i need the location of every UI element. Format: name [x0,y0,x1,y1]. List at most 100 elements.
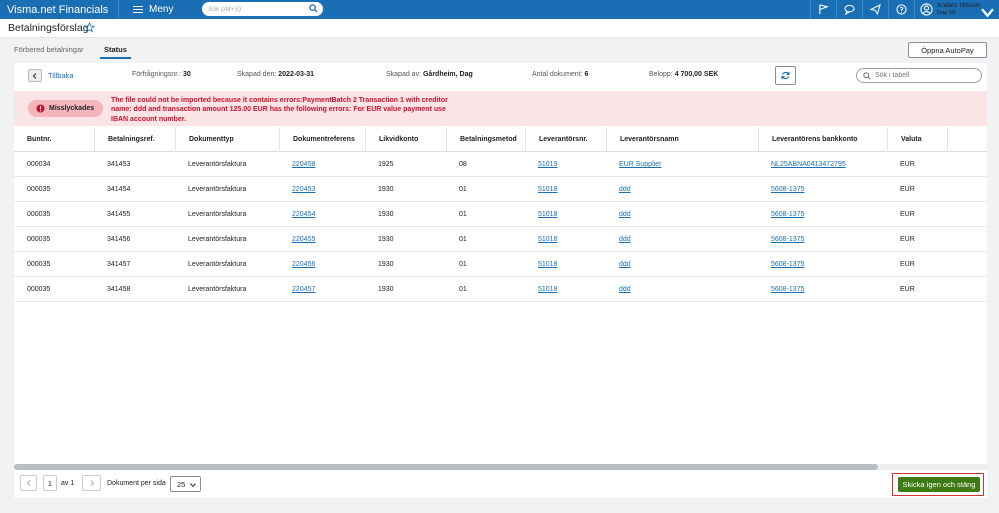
table-row[interactable]: 000034 341453 Leverantörsfaktura 220458 1925… [14,152,987,177]
cell-batch-no: 000034 [27,161,51,168]
cell-cash-account: 1930 [378,211,394,218]
cell-document-type: Leverantörsfaktura [188,286,247,293]
horizontal-scrollbar[interactable] [14,464,987,470]
refresh-button[interactable] [775,66,796,85]
cell-supplier-name[interactable]: EUR Supplier [606,152,661,177]
cell-document-ref[interactable]: 220454 [279,202,315,227]
column-header-supplier-bank-account[interactable]: Leverantörens bankkonto [758,127,887,152]
chat-button[interactable] [836,0,862,19]
page-number-input[interactable]: 1 [43,475,57,491]
global-search-input[interactable]: Sök (Alt+S) [202,2,323,16]
cell-supplier-name[interactable]: ddd [606,227,631,252]
menu-button[interactable]: Meny [118,0,188,19]
flag-button[interactable] [810,0,836,19]
document-count: Antal dokument: 6 [532,71,589,78]
tab-prepare-payments[interactable]: Förbered betalningar [14,45,84,54]
send-feedback-button[interactable] [862,0,888,19]
cell-supplier-no[interactable]: 51018 [525,227,557,252]
tab-bar: Förbered betalningar Status [0,39,999,60]
column-header-cash-account[interactable]: Likvidkonto [365,127,446,152]
top-icon-group [810,0,914,19]
cell-batch-no: 000035 [27,261,51,268]
column-header-supplier-name[interactable]: Leverantörsnamn [606,127,758,152]
cell-supplier-bank-account[interactable]: 5608-1375 [758,227,804,252]
cell-supplier-no[interactable]: 51018 [525,277,557,302]
cell-cash-account: 1930 [378,261,394,268]
refresh-icon [781,71,790,80]
cell-supplier-no[interactable]: 51019 [525,152,557,177]
back-link[interactable]: Tillbaka [48,71,74,80]
cell-supplier-no[interactable]: 51018 [525,177,557,202]
user-name: Anders Nilsson [937,2,981,9]
scrollbar-thumb[interactable] [14,464,878,470]
flag-icon [819,4,829,15]
cell-batch-no: 000035 [27,236,51,243]
user-menu[interactable]: Anders Nilsson Dag SE [914,0,999,19]
created-by: Skapad av: Gårdheim, Dag [386,71,473,78]
per-page-value: 25 [177,479,186,489]
column-header-payment-ref[interactable]: Betalningsref. [94,127,175,152]
table-search-input[interactable]: Sök i tabell [856,68,982,83]
cell-cash-account: 1930 [378,236,394,243]
column-header-batch-no[interactable]: Buntnr. [14,127,94,152]
search-icon[interactable] [309,4,318,13]
column-header-document-type[interactable]: Dokumenttyp [175,127,279,152]
prev-page-button[interactable] [20,475,37,491]
column-header-document-ref[interactable]: Dokumentreferens [279,127,365,152]
favorite-star-icon[interactable] [84,22,95,33]
cell-payment-method: 08 [459,161,467,168]
table-row[interactable]: 000035 341457 Leverantörsfaktura 220456 1930… [14,252,987,277]
brand-logo[interactable]: Visma.net Financials [0,4,118,16]
cell-document-ref[interactable]: 220455 [279,227,315,252]
tab-status[interactable]: Status [104,45,127,54]
back-button[interactable] [28,69,42,82]
table-row[interactable]: 000035 341454 Leverantörsfaktura 220453 1930… [14,177,987,202]
cell-document-type: Leverantörsfaktura [188,186,247,193]
cell-supplier-no[interactable]: 51018 [525,252,557,277]
cell-document-ref[interactable]: 220457 [279,277,315,302]
error-message: The file could not be imported because i… [111,97,448,123]
cell-payment-ref: 341457 [107,261,131,268]
cell-payment-method: 01 [459,211,467,218]
column-header-supplier-no[interactable]: Leverantörsnr. [525,127,606,152]
help-button[interactable] [888,0,914,19]
cell-supplier-name[interactable]: ddd [606,252,631,277]
cell-batch-no: 000035 [27,186,51,193]
cell-document-type: Leverantörsfaktura [188,236,247,243]
next-page-button[interactable] [82,475,101,491]
total-amount: Belopp: 4 700,00 SEK [649,71,719,78]
table-row[interactable]: 000035 341458 Leverantörsfaktura 220457 1930… [14,277,987,302]
cell-payment-ref: 341454 [107,186,131,193]
resend-and-close-button[interactable]: Skicka igen och stäng [898,477,980,492]
table-row[interactable]: 000035 341456 Leverantörsfaktura 220455 1930… [14,227,987,252]
cell-document-type: Leverantörsfaktura [188,161,247,168]
column-header-currency[interactable]: Valuta [887,127,947,152]
cell-document-ref[interactable]: 220456 [279,252,315,277]
cell-payment-ref: 341458 [107,286,131,293]
status-badge-label: Misslyckades [49,105,95,112]
cell-supplier-no[interactable]: 51018 [525,202,557,227]
table-header: Buntnr. Betalningsref. Dokumenttyp Dokument… [14,127,987,152]
cell-supplier-bank-account[interactable]: 5608-1375 [758,177,804,202]
table-search-placeholder: Sök i tabell [875,72,910,79]
cell-supplier-bank-account[interactable]: 5608-1375 [758,202,804,227]
column-header-more [947,127,987,152]
global-search-placeholder: Sök (Alt+S) [208,5,242,13]
per-page-select[interactable]: 25 [170,476,201,492]
cell-supplier-bank-account[interactable]: NL25ABNA0413472795 [758,152,846,177]
cell-cash-account: 1930 [378,286,394,293]
cell-document-ref[interactable]: 220453 [279,177,315,202]
cell-document-type: Leverantörsfaktura [188,261,247,268]
column-header-payment-method[interactable]: Betalningsmetod [446,127,525,152]
open-autopay-button[interactable]: Öppna AutoPay [908,42,987,58]
table-row[interactable]: 000035 341455 Leverantörsfaktura 220454 1930… [14,202,987,227]
cell-supplier-name[interactable]: ddd [606,202,631,227]
cell-supplier-name[interactable]: ddd [606,277,631,302]
cell-supplier-bank-account[interactable]: 5608-1375 [758,277,804,302]
chevron-left-icon [32,72,37,79]
cell-document-ref[interactable]: 220458 [279,152,315,177]
cell-supplier-bank-account[interactable]: 5608-1375 [758,252,804,277]
active-tab-indicator [100,57,131,59]
cell-payment-ref: 341453 [107,161,131,168]
cell-supplier-name[interactable]: ddd [606,177,631,202]
